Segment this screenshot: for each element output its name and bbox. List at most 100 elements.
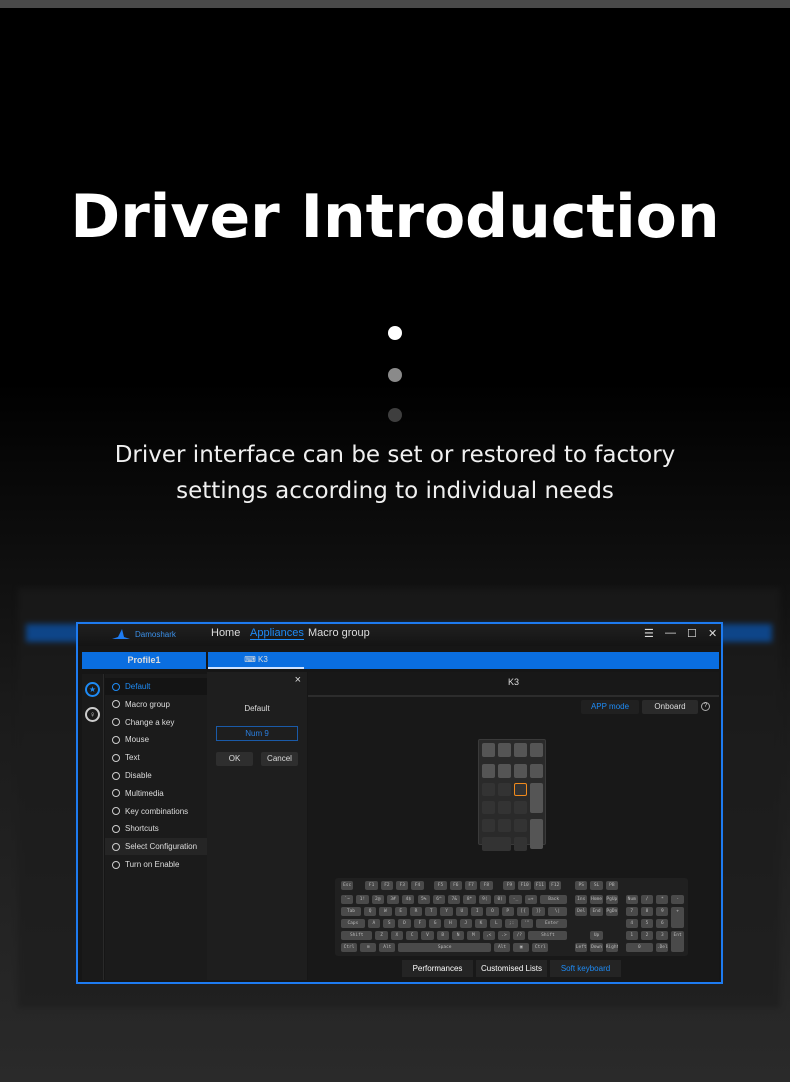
key[interactable]: 9( bbox=[478, 895, 491, 904]
numpad-key[interactable] bbox=[482, 837, 511, 851]
key[interactable]: 6^ bbox=[432, 895, 446, 904]
key[interactable]: `~ bbox=[341, 895, 354, 904]
key[interactable]: 3 bbox=[656, 931, 669, 940]
key[interactable]: -_ bbox=[509, 895, 522, 904]
menu-item-shortcuts[interactable]: Shortcuts bbox=[105, 820, 207, 837]
tab-soft-keyboard[interactable]: Soft keyboard bbox=[550, 960, 621, 977]
key[interactable]: Back bbox=[539, 895, 568, 904]
numpad-key[interactable] bbox=[530, 818, 543, 849]
numpad-key[interactable] bbox=[498, 800, 511, 815]
menu-item-change-a-key[interactable]: Change a key bbox=[105, 714, 207, 731]
numpad-key[interactable] bbox=[482, 800, 495, 815]
key[interactable]: 7& bbox=[448, 895, 461, 904]
key[interactable]: N bbox=[451, 931, 465, 940]
key[interactable]: 8* bbox=[463, 895, 476, 904]
key[interactable]: ▣ bbox=[513, 943, 530, 952]
key[interactable]: X bbox=[390, 931, 404, 940]
key[interactable]: \| bbox=[547, 907, 568, 916]
key[interactable]: C bbox=[406, 931, 419, 940]
key[interactable]: F6 bbox=[449, 881, 462, 890]
cancel-button[interactable]: Cancel bbox=[261, 752, 298, 766]
key[interactable]: Del bbox=[575, 907, 588, 916]
key[interactable]: 2@ bbox=[371, 895, 384, 904]
key-value-field[interactable]: Num 9 bbox=[216, 726, 298, 741]
key[interactable]: V bbox=[421, 931, 434, 940]
key[interactable]: M bbox=[467, 931, 480, 940]
menu-item-default[interactable]: Default bbox=[105, 678, 207, 695]
key[interactable]: =+ bbox=[524, 895, 537, 904]
key[interactable]: R bbox=[409, 907, 423, 916]
key[interactable]: K bbox=[474, 919, 488, 928]
key[interactable]: [{ bbox=[516, 907, 530, 916]
key[interactable]: ,< bbox=[482, 931, 495, 940]
key[interactable]: PgUp bbox=[605, 895, 618, 904]
menu-item-text[interactable]: Text bbox=[105, 749, 207, 766]
key[interactable]: Shift bbox=[528, 931, 568, 940]
key[interactable]: Home bbox=[590, 895, 603, 904]
key[interactable]: U bbox=[455, 907, 469, 916]
key[interactable]: - bbox=[671, 895, 684, 904]
key[interactable]: 4 bbox=[625, 919, 638, 928]
numpad-key[interactable] bbox=[514, 800, 527, 815]
key[interactable]: Num bbox=[625, 895, 638, 904]
key[interactable]: F12 bbox=[549, 881, 562, 890]
key[interactable]: Ent bbox=[671, 931, 684, 952]
tab-k3[interactable]: ⌨ K3 bbox=[208, 652, 304, 669]
key[interactable]: 5% bbox=[417, 895, 430, 904]
key[interactable]: D bbox=[398, 919, 411, 928]
key[interactable]: F8 bbox=[480, 881, 493, 890]
numpad-key[interactable] bbox=[514, 764, 527, 778]
key[interactable]: Ctrl bbox=[532, 943, 549, 952]
numpad-key[interactable] bbox=[498, 743, 511, 757]
key[interactable]: 2 bbox=[640, 931, 654, 940]
key[interactable]: '" bbox=[520, 919, 534, 928]
key[interactable]: 1 bbox=[625, 931, 638, 940]
key[interactable]: O bbox=[486, 907, 499, 916]
menu-item-select-configuration[interactable]: Select Configuration bbox=[105, 838, 207, 856]
key[interactable]: Esc bbox=[341, 881, 354, 890]
menu-item-mouse[interactable]: Mouse bbox=[105, 731, 207, 748]
key[interactable]: Alt bbox=[494, 943, 511, 952]
numpad-key[interactable] bbox=[530, 782, 543, 813]
key[interactable]: B bbox=[436, 931, 449, 940]
app-mode-button[interactable]: APP mode bbox=[581, 700, 639, 714]
key[interactable]: T bbox=[425, 907, 438, 916]
onboard-button[interactable]: Onboard bbox=[642, 700, 698, 714]
key[interactable]: 7 bbox=[625, 907, 638, 916]
key[interactable]: ;: bbox=[505, 919, 518, 928]
key[interactable]: Right bbox=[605, 943, 618, 952]
key[interactable]: Up bbox=[590, 931, 603, 940]
key[interactable]: F9 bbox=[503, 881, 516, 890]
menu-item-disable[interactable]: Disable bbox=[105, 767, 207, 784]
key[interactable]: Shift bbox=[341, 931, 373, 940]
nav-appliances[interactable]: Appliances bbox=[250, 627, 304, 640]
key[interactable]: PS bbox=[575, 881, 588, 890]
key[interactable]: Enter bbox=[536, 919, 568, 928]
key[interactable]: ]} bbox=[532, 907, 545, 916]
key[interactable]: P bbox=[501, 907, 514, 916]
numpad-key[interactable] bbox=[498, 818, 511, 833]
tab-customised-lists[interactable]: Customised Lists bbox=[476, 960, 547, 977]
minimize-icon[interactable]: — bbox=[665, 627, 676, 639]
key[interactable]: 1! bbox=[356, 895, 369, 904]
key[interactable]: 3# bbox=[386, 895, 400, 904]
numpad-key[interactable] bbox=[514, 743, 527, 757]
key[interactable]: F4 bbox=[411, 881, 424, 890]
key[interactable]: 9 bbox=[656, 907, 669, 916]
key[interactable]: .Del bbox=[656, 943, 669, 952]
numpad-key[interactable] bbox=[482, 818, 495, 833]
key[interactable]: F2 bbox=[380, 881, 394, 890]
menu-item-turn-on-enable[interactable]: Turn on Enable bbox=[105, 856, 207, 873]
maximize-icon[interactable]: ☐ bbox=[687, 627, 697, 640]
nav-home[interactable]: Home bbox=[211, 627, 240, 639]
key[interactable]: A bbox=[367, 919, 381, 928]
tab-performances[interactable]: Performances bbox=[402, 960, 473, 977]
numpad-key[interactable] bbox=[530, 743, 543, 757]
key[interactable]: * bbox=[656, 895, 669, 904]
numpad-key[interactable] bbox=[530, 764, 543, 778]
key[interactable]: /? bbox=[513, 931, 526, 940]
numpad-key[interactable] bbox=[514, 818, 527, 833]
key[interactable]: L bbox=[490, 919, 503, 928]
menu-icon[interactable]: ☰ bbox=[644, 627, 654, 640]
close-icon[interactable]: ✕ bbox=[708, 627, 717, 640]
